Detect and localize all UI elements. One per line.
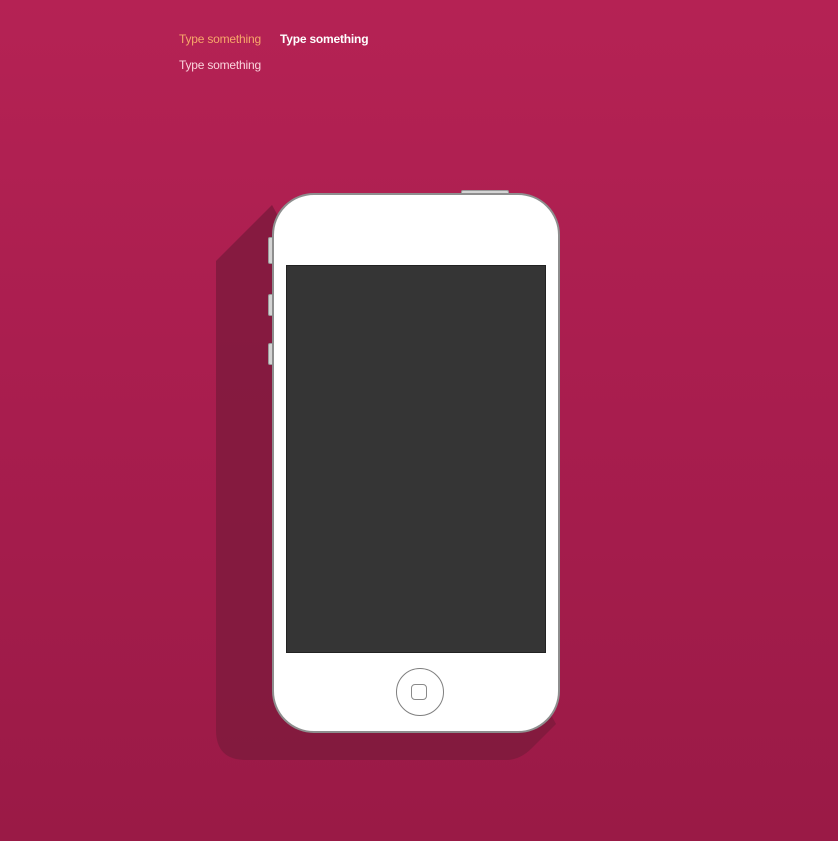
label-type-something-bold[interactable]: Type something [280, 32, 369, 46]
label-type-something-orange[interactable]: Type something [179, 32, 261, 46]
phone-screen [286, 265, 546, 653]
label-type-something-light[interactable]: Type something [179, 58, 261, 72]
home-button-square-icon [411, 684, 427, 700]
home-button-icon[interactable] [396, 668, 444, 716]
text-labels: Type something Type something Type somet… [0, 0, 838, 100]
